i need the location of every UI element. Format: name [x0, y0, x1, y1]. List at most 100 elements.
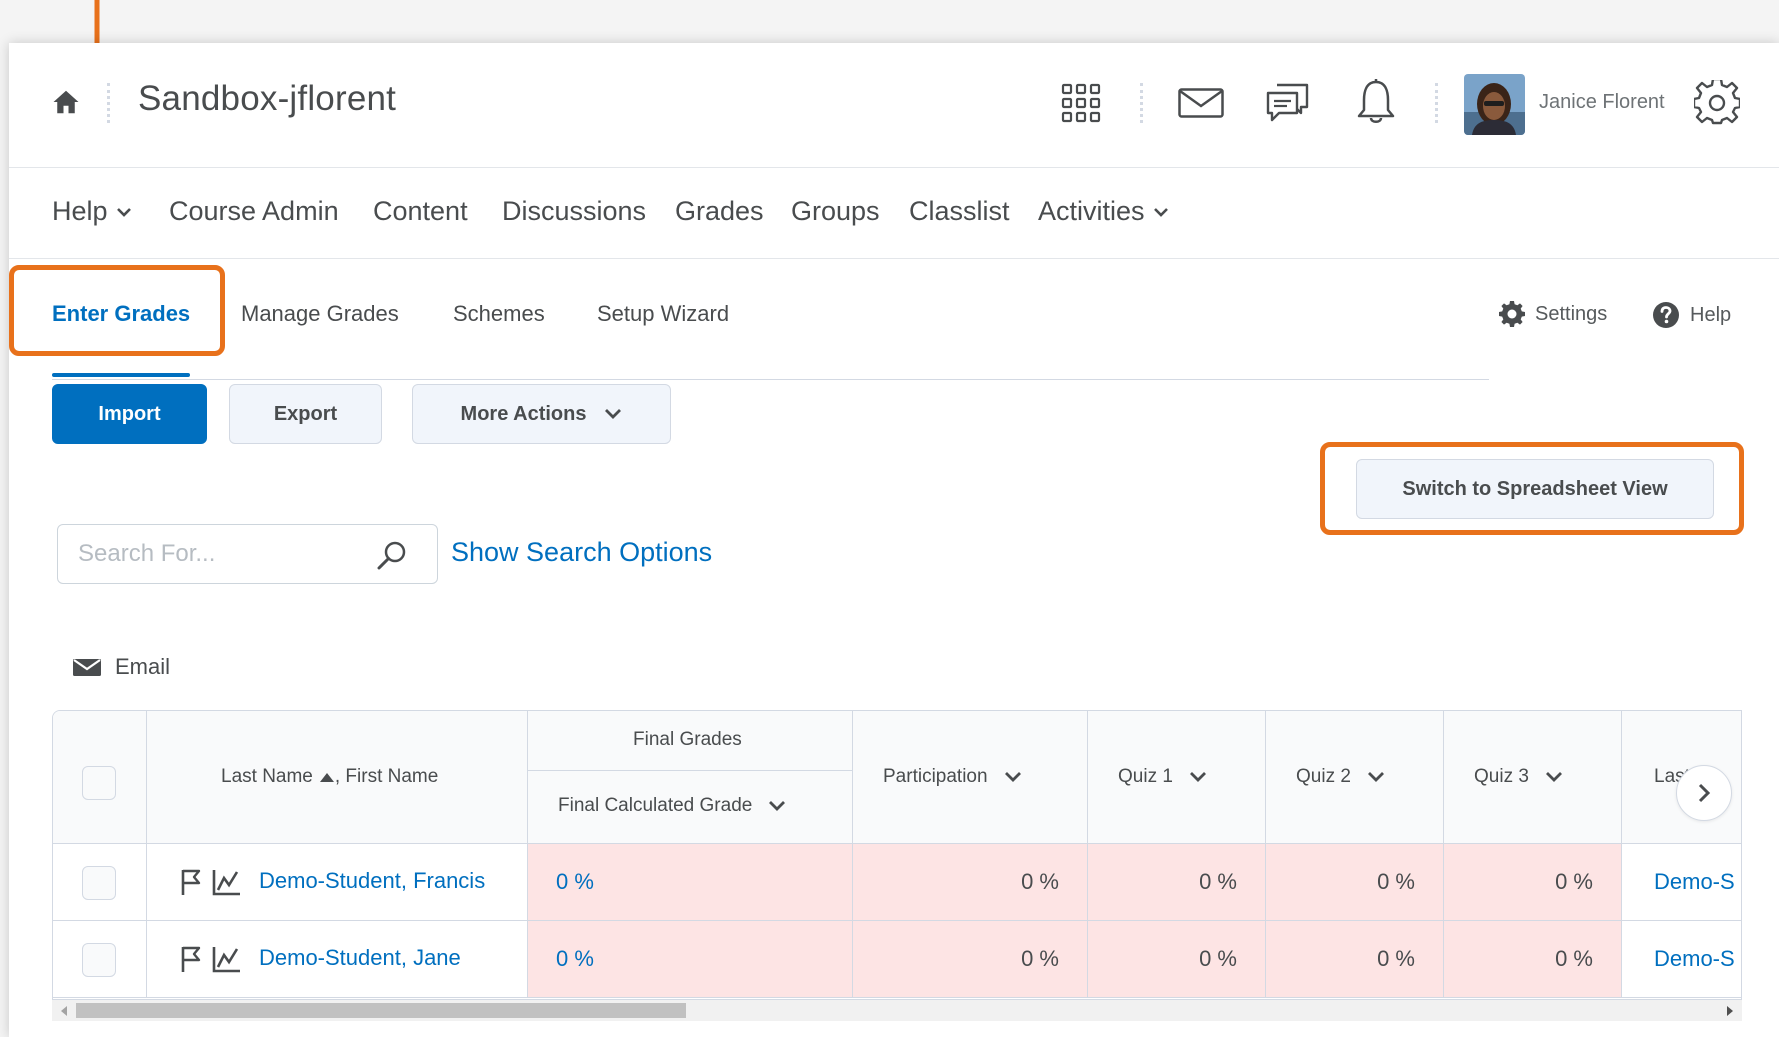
student-last-name-link[interactable]: Demo-S	[1654, 869, 1735, 895]
horizontal-scrollbar[interactable]	[52, 1000, 1742, 1021]
grade-stats-icon[interactable]	[212, 945, 242, 973]
nav-item-label: Groups	[791, 196, 880, 226]
grades-table: Last Name , First Name Final Grades Fina…	[52, 710, 1742, 1000]
final-grade-cell: 0 %	[528, 844, 853, 921]
chevron-down-icon[interactable]	[1189, 771, 1207, 783]
home-icon[interactable]	[51, 87, 81, 117]
select-all-checkbox[interactable]	[82, 766, 116, 800]
show-search-options-link[interactable]: Show Search Options	[451, 537, 712, 568]
grade-cell-quiz-2: 0 %	[1266, 844, 1444, 921]
annotation-highlight-spreadsheet-view	[1320, 442, 1744, 535]
select-all-header	[53, 711, 147, 844]
nav-item-label: Discussions	[502, 196, 647, 226]
column-header-quiz-2[interactable]: Quiz 2	[1266, 711, 1444, 844]
nav-item-grades[interactable]: Grades	[675, 196, 764, 227]
grade-cell-quiz-3: 0 %	[1444, 921, 1622, 998]
table-row-name-cell: Demo-Student, Jane	[147, 921, 528, 998]
scroll-left-arrow-icon[interactable]	[59, 1005, 69, 1017]
email-button[interactable]: Email	[73, 654, 170, 680]
header-divider	[1435, 83, 1438, 123]
column-label: Participation	[883, 766, 988, 787]
email-label: Email	[115, 654, 171, 679]
nav-item-course-admin[interactable]: Course Admin	[169, 196, 339, 227]
nav-item-label: Activities	[1038, 196, 1145, 226]
chevron-down-icon	[605, 409, 622, 419]
search-icon[interactable]	[376, 539, 408, 571]
help-label: Help	[1690, 303, 1732, 326]
first-name-sort-label[interactable]: , First Name	[335, 766, 438, 788]
course-title[interactable]: Sandbox-jflorent	[138, 79, 396, 119]
settings-label: Settings	[1535, 302, 1608, 325]
nav-item-label: Content	[373, 196, 468, 226]
bell-icon[interactable]	[1354, 77, 1398, 127]
chevron-down-icon[interactable]	[1545, 771, 1563, 783]
envelope-icon	[73, 659, 101, 676]
flag-icon[interactable]	[180, 945, 202, 973]
annotation-highlight-enter-grades	[9, 265, 225, 356]
export-button[interactable]: Export	[229, 384, 382, 444]
row-checkbox[interactable]	[82, 866, 116, 900]
grade-value: 0 %	[1377, 869, 1415, 894]
settings-gear-icon[interactable]	[1693, 79, 1741, 127]
chevron-down-icon[interactable]	[1004, 771, 1022, 783]
header-divider	[1140, 83, 1143, 123]
tab-divider	[52, 379, 1489, 380]
help-circle-icon	[1653, 302, 1679, 328]
nav-item-activities[interactable]: Activities	[1038, 196, 1169, 227]
avatar[interactable]	[1464, 74, 1525, 135]
grade-value: 0 %	[1555, 946, 1593, 971]
more-actions-button[interactable]: More Actions	[412, 384, 671, 444]
chevron-down-icon	[1153, 207, 1168, 217]
tab-schemes[interactable]: Schemes	[453, 301, 545, 327]
nav-item-discussions[interactable]: Discussions	[502, 196, 646, 227]
grade-cell-participation: 0 %	[853, 921, 1088, 998]
row-checkbox[interactable]	[82, 943, 116, 977]
grade-value: 0 %	[1021, 869, 1059, 894]
nav-item-classlist[interactable]: Classlist	[909, 196, 1010, 227]
nav-item-help[interactable]: Help	[52, 196, 132, 227]
column-header-quiz-1[interactable]: Quiz 1	[1088, 711, 1266, 844]
chat-icon[interactable]	[1264, 79, 1312, 127]
final-grade-link[interactable]: 0 %	[556, 946, 594, 972]
nav-item-content[interactable]: Content	[373, 196, 468, 227]
settings-link[interactable]: Settings	[1499, 301, 1607, 327]
tab-manage-grades[interactable]: Manage Grades	[241, 301, 399, 327]
scrollbar-thumb[interactable]	[76, 1003, 686, 1018]
chevron-down-icon[interactable]	[768, 800, 786, 812]
final-calculated-grade-header[interactable]: Final Calculated Grade	[528, 771, 853, 844]
student-last-name-link[interactable]: Demo-S	[1654, 946, 1735, 972]
help-link[interactable]: Help	[1652, 301, 1731, 329]
grade-cell-quiz-1: 0 %	[1088, 921, 1266, 998]
mail-icon[interactable]	[1176, 83, 1226, 123]
column-header-participation[interactable]: Participation	[853, 711, 1088, 844]
grade-stats-icon[interactable]	[212, 868, 242, 896]
gear-icon	[1499, 301, 1525, 327]
last-name-sort-label[interactable]: Last Name	[221, 766, 313, 788]
search-box	[57, 524, 438, 584]
header-divider	[107, 83, 110, 123]
search-input[interactable]	[78, 537, 368, 571]
nav-item-groups[interactable]: Groups	[791, 196, 880, 227]
scroll-right-button[interactable]	[1676, 765, 1732, 821]
scroll-right-arrow-icon[interactable]	[1725, 1005, 1735, 1017]
last-name-cell: Demo-S	[1622, 844, 1741, 921]
final-grade-link[interactable]: 0 %	[556, 869, 594, 895]
column-header-quiz-3[interactable]: Quiz 3	[1444, 711, 1622, 844]
chevron-down-icon[interactable]	[1367, 771, 1385, 783]
student-name-link[interactable]: Demo-Student, Francis	[259, 868, 485, 894]
nav-item-label: Course Admin	[169, 196, 339, 226]
waffle-icon[interactable]	[1059, 81, 1103, 125]
table-row-name-cell: Demo-Student, Francis	[147, 844, 528, 921]
grade-value: 0 %	[1377, 946, 1415, 971]
nav-item-label: Help	[52, 196, 108, 226]
student-name-link[interactable]: Demo-Student, Jane	[259, 945, 461, 971]
column-label: Quiz 3	[1474, 766, 1529, 787]
user-name[interactable]: Janice Florent	[1539, 91, 1665, 114]
nav-item-label: Grades	[675, 196, 764, 226]
flag-icon[interactable]	[180, 868, 202, 896]
tab-setup-wizard[interactable]: Setup Wizard	[597, 301, 729, 327]
grade-value: 0 %	[1199, 869, 1237, 894]
import-button[interactable]: Import	[52, 384, 207, 444]
table-row-select	[53, 921, 147, 998]
name-column-header[interactable]: Last Name , First Name	[147, 711, 528, 844]
